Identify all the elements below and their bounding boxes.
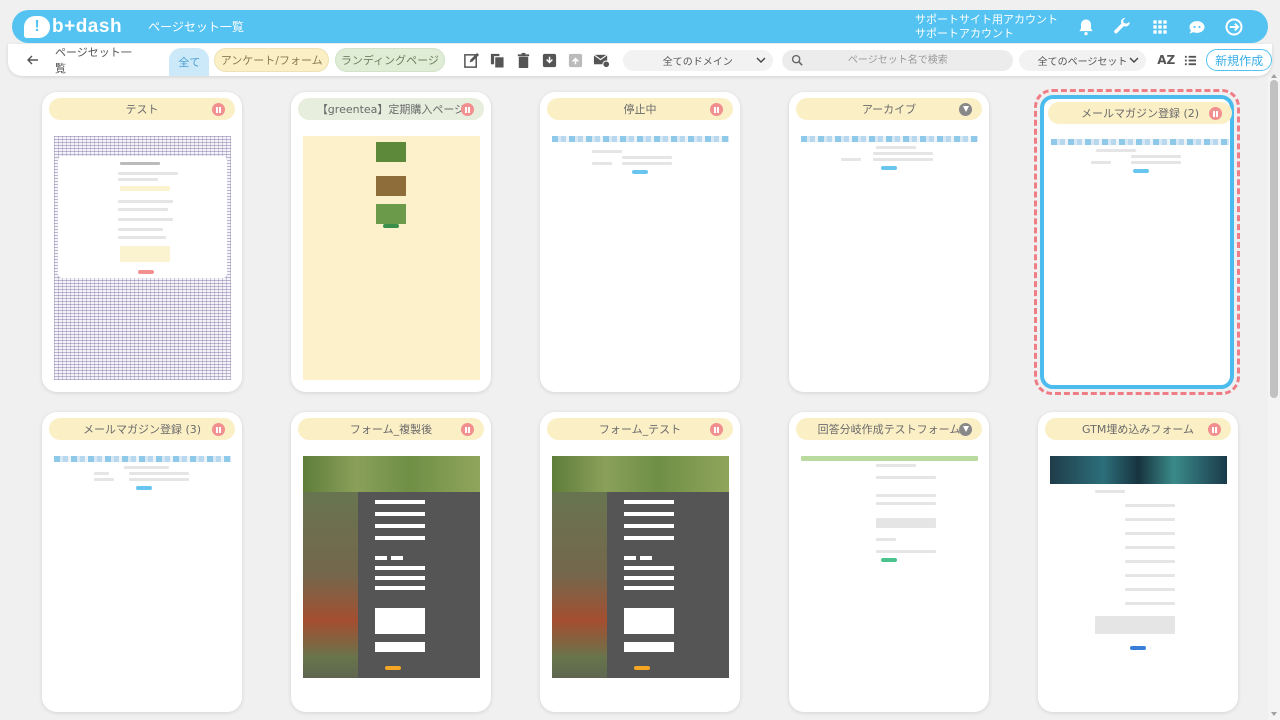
card-title-text: テスト bbox=[125, 103, 159, 116]
card-title[interactable]: 【greentea】定期購入ページ bbox=[298, 98, 484, 120]
list-view-icon[interactable] bbox=[1184, 54, 1197, 67]
scroll-down-arrow-icon[interactable] bbox=[1271, 712, 1277, 716]
wrench-icon[interactable] bbox=[1113, 17, 1133, 37]
trash-icon[interactable] bbox=[515, 52, 532, 69]
create-new-button[interactable]: 新規作成 bbox=[1206, 49, 1273, 71]
pageset-select-value: 全てのページセット bbox=[1037, 56, 1128, 68]
page-title: ページセット一覧 bbox=[148, 20, 244, 34]
card-title-text: メールマガジン登録 (2) bbox=[1080, 107, 1200, 120]
paused-status-icon[interactable] bbox=[1209, 107, 1222, 120]
card-thumbnail[interactable] bbox=[801, 136, 978, 380]
pageset-card[interactable]: アーカイブ bbox=[789, 92, 989, 392]
pageset-card[interactable]: GTM埋め込みフォーム bbox=[1038, 412, 1238, 712]
chevron-down-icon bbox=[756, 57, 766, 63]
copy-icon[interactable] bbox=[489, 52, 506, 69]
card-title-text: 【greentea】定期購入ページ bbox=[316, 103, 466, 116]
top-header-bar: ! b+dash ページセット一覧 サポートサイト用アカウント サポートアカウン… bbox=[12, 10, 1268, 43]
vertical-scrollbar[interactable] bbox=[1268, 74, 1280, 720]
back-arrow-icon[interactable] bbox=[25, 52, 41, 68]
pageset-card[interactable]: フォーム_複製後 bbox=[291, 412, 491, 712]
archive-icon[interactable] bbox=[541, 52, 558, 69]
toolbar: ページセット一覧 全て アンケート/フォーム ランディングページ 全てのドメイン… bbox=[8, 44, 1273, 76]
domain-select[interactable]: 全てのドメイン bbox=[622, 49, 774, 71]
search-input[interactable] bbox=[803, 53, 993, 67]
logo-mark: ! bbox=[24, 15, 50, 38]
card-title[interactable]: フォーム_複製後 bbox=[298, 418, 484, 440]
card-thumbnail[interactable] bbox=[54, 456, 231, 700]
card-title-text: 停止中 bbox=[623, 103, 657, 116]
tab-all[interactable]: 全て bbox=[169, 48, 210, 76]
domain-select-value: 全てのドメイン bbox=[662, 56, 733, 68]
card-thumbnail[interactable] bbox=[552, 456, 729, 678]
tab-landing-page[interactable]: ランディングページ bbox=[335, 48, 445, 72]
card-thumbnail[interactable] bbox=[303, 136, 480, 380]
card-thumbnail[interactable] bbox=[1051, 139, 1229, 379]
logout-icon[interactable] bbox=[1224, 17, 1244, 37]
card-thumbnail[interactable] bbox=[54, 136, 231, 380]
archived-status-icon[interactable] bbox=[959, 103, 972, 116]
card-title-text: フォーム_テスト bbox=[598, 423, 682, 436]
card-title[interactable]: 停止中 bbox=[547, 98, 733, 120]
scroll-up-arrow-icon[interactable] bbox=[1271, 74, 1277, 78]
card-title[interactable]: メールマガジン登録 (3) bbox=[49, 418, 235, 440]
scroll-thumb[interactable] bbox=[1270, 80, 1278, 398]
pageset-card[interactable]: 回答分岐作成テストフォーム bbox=[789, 412, 989, 712]
edit-icon[interactable] bbox=[463, 52, 480, 69]
pageset-card[interactable]: 停止中 bbox=[540, 92, 740, 392]
mail-settings-icon[interactable] bbox=[593, 52, 610, 69]
card-thumbnail[interactable] bbox=[552, 136, 729, 380]
paused-status-icon[interactable] bbox=[710, 423, 723, 436]
search-icon bbox=[792, 54, 803, 66]
card-title[interactable]: 回答分岐作成テストフォーム bbox=[796, 418, 982, 440]
card-title[interactable]: メールマガジン登録 (2) bbox=[1048, 102, 1232, 124]
card-title[interactable]: アーカイブ bbox=[796, 98, 982, 120]
card-title-text: 回答分岐作成テストフォーム bbox=[817, 423, 961, 436]
apps-grid-icon[interactable] bbox=[1150, 17, 1170, 37]
card-title-text: フォーム_複製後 bbox=[349, 423, 433, 436]
card-title[interactable]: フォーム_テスト bbox=[547, 418, 733, 440]
tab-survey-form[interactable]: アンケート/フォーム bbox=[214, 48, 330, 72]
card-title[interactable]: GTM埋め込みフォーム bbox=[1045, 418, 1231, 440]
breadcrumb[interactable]: ページセット一覧 bbox=[55, 44, 143, 76]
pageset-card[interactable]: テスト bbox=[42, 92, 242, 392]
paused-status-icon[interactable] bbox=[212, 103, 225, 116]
chevron-down-icon bbox=[1129, 57, 1139, 63]
paused-status-icon[interactable] bbox=[461, 423, 474, 436]
paused-status-icon[interactable] bbox=[461, 103, 474, 116]
paused-status-icon[interactable] bbox=[1208, 423, 1221, 436]
account-user-name: サポートアカウント bbox=[915, 26, 1014, 40]
paused-status-icon[interactable] bbox=[212, 423, 225, 436]
logo-text: b+dash bbox=[52, 15, 123, 37]
card-thumbnail[interactable] bbox=[801, 456, 978, 700]
card-title-text: アーカイブ bbox=[861, 103, 917, 116]
sort-az-icon[interactable]: AZ bbox=[1157, 53, 1175, 67]
card-title-text: GTM埋め込みフォーム bbox=[1081, 423, 1194, 436]
account-info[interactable]: サポートサイト用アカウント サポートアカウント bbox=[915, 13, 1058, 41]
pageset-card[interactable]: 【greentea】定期購入ページ bbox=[291, 92, 491, 392]
account-site-name: サポートサイト用アカウント bbox=[915, 12, 1058, 26]
app-logo[interactable]: ! b+dash bbox=[24, 15, 123, 38]
selected-pageset-card[interactable]: メールマガジン登録 (2) bbox=[1034, 89, 1240, 395]
search-box[interactable] bbox=[782, 49, 1013, 71]
paused-status-icon[interactable] bbox=[710, 103, 723, 116]
pageset-card[interactable]: フォーム_テスト bbox=[540, 412, 740, 712]
card-thumbnail[interactable] bbox=[1050, 456, 1227, 700]
card-title-text: メールマガジン登録 (3) bbox=[82, 423, 202, 436]
card-title[interactable]: テスト bbox=[49, 98, 235, 120]
chat-bot-icon[interactable] bbox=[1187, 17, 1207, 37]
pageset-select[interactable]: 全てのページセット bbox=[1018, 49, 1147, 71]
card-thumbnail[interactable] bbox=[303, 456, 480, 678]
unarchive-icon[interactable] bbox=[567, 52, 584, 69]
bell-icon[interactable] bbox=[1076, 17, 1096, 37]
pageset-card[interactable]: メールマガジン登録 (3) bbox=[42, 412, 242, 712]
archived-status-icon[interactable] bbox=[959, 423, 972, 436]
